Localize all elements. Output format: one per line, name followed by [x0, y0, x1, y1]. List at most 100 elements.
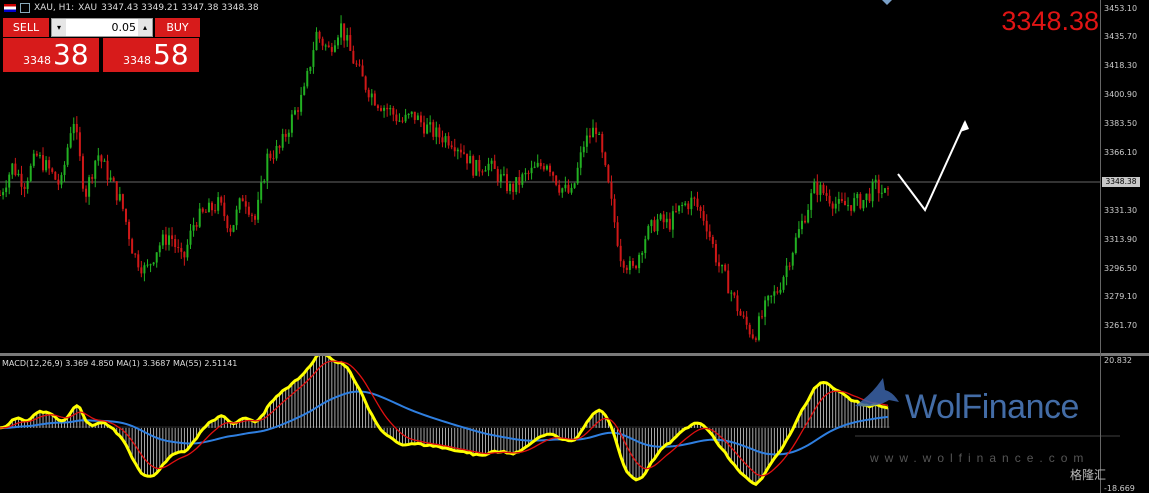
candle-body — [158, 245, 161, 253]
candle-body — [656, 219, 659, 232]
sell-price-pips: 38 — [53, 38, 89, 71]
chart-header: XAU, H1: XAU 3347.43 3349.21 3347.38 334… — [4, 3, 259, 13]
buy-price-pips: 58 — [153, 38, 189, 71]
price-axis-label: 3261.70 — [1104, 321, 1138, 330]
candle-body — [604, 152, 607, 166]
candle-body — [613, 198, 616, 223]
candle-body — [164, 234, 167, 245]
candle-body — [659, 214, 662, 220]
candle-body — [847, 205, 850, 207]
candle-body — [81, 156, 84, 189]
candle-body — [810, 193, 813, 210]
candle-body — [509, 183, 512, 192]
sell-price[interactable]: 3348 38 — [3, 38, 99, 72]
candle-body — [78, 132, 81, 157]
candle-body — [555, 175, 558, 185]
candle-body — [254, 215, 257, 220]
candle-body — [38, 155, 41, 157]
lot-increase-button[interactable]: ▴ — [138, 19, 152, 36]
candle-body — [45, 160, 48, 171]
buy-price[interactable]: 3348 58 — [103, 38, 199, 72]
lot-size-input[interactable]: 0.05 — [68, 19, 137, 36]
lot-size-stepper[interactable]: ▾ 0.05 ▴ — [51, 18, 153, 37]
candle-body — [527, 172, 530, 174]
candle-body — [112, 177, 115, 182]
candle-body — [217, 197, 220, 211]
candle-body — [398, 120, 401, 122]
candle-body — [456, 149, 459, 152]
candle-body — [825, 193, 828, 196]
candle-body — [779, 289, 782, 293]
candle-body — [410, 111, 413, 114]
candle-body — [616, 222, 619, 246]
candle-body — [263, 180, 266, 183]
candle-body — [880, 192, 883, 194]
candle-body — [764, 300, 767, 317]
price-axis-label: 3435.70 — [1104, 32, 1138, 41]
candle-body — [837, 199, 840, 204]
candle-body — [754, 338, 757, 340]
wolfinance-logo-text: WolFinance — [905, 388, 1079, 426]
symbol-name: XAU — [78, 3, 98, 13]
candle-body — [54, 171, 57, 180]
candle-body — [370, 93, 373, 98]
candle-body — [167, 235, 170, 245]
candle-body — [693, 197, 696, 199]
candle-body — [856, 194, 859, 199]
candle-body — [499, 174, 502, 182]
sell-button[interactable]: SELL — [3, 18, 49, 37]
candle-body — [573, 183, 576, 188]
candle-body — [834, 203, 837, 209]
candle-body — [318, 31, 321, 39]
lot-decrease-button[interactable]: ▾ — [52, 19, 66, 36]
candle-body — [223, 202, 226, 217]
candle-body — [137, 254, 140, 268]
candle-body — [152, 262, 155, 265]
candle-body — [407, 113, 410, 115]
candle-body — [63, 164, 66, 176]
candle-body — [201, 208, 204, 212]
candle-body — [189, 230, 192, 245]
candle-body — [100, 155, 103, 162]
candle-body — [204, 211, 207, 213]
candle-body — [502, 174, 505, 176]
candle-body — [490, 160, 493, 164]
candle-body — [702, 211, 705, 221]
candle-body — [220, 197, 223, 203]
candle-body — [134, 253, 137, 255]
candle-body — [512, 183, 515, 192]
candle-body — [287, 132, 290, 137]
candle-body — [524, 172, 527, 175]
candle-body — [306, 70, 309, 87]
candle-body — [177, 247, 180, 249]
candle-body — [174, 239, 177, 248]
candle-body — [622, 261, 625, 268]
candle-body — [813, 182, 816, 194]
candle-body — [57, 179, 60, 185]
candle-body — [776, 291, 779, 293]
candle-body — [395, 114, 398, 122]
candle-body — [641, 253, 644, 255]
candle-body — [601, 134, 604, 153]
candle-body — [69, 133, 72, 148]
wolfinance-url: www.wolfinance.com — [870, 451, 1090, 465]
candle-body — [635, 265, 638, 269]
candle-body — [121, 194, 124, 209]
candle-body — [257, 199, 260, 220]
candle-body — [699, 206, 702, 212]
candle-body — [238, 198, 241, 210]
one-click-trading-panel: SELL ▾ 0.05 ▴ BUY 3348 38 3348 58 — [3, 18, 200, 72]
candle-body — [727, 270, 730, 294]
candle-body — [97, 155, 100, 161]
macd-axis-top: 20.832 — [1104, 356, 1132, 365]
candle-body — [401, 120, 404, 122]
candle-body — [668, 218, 671, 230]
candle-body — [883, 188, 886, 193]
candle-body — [631, 260, 634, 266]
buy-button[interactable]: BUY — [155, 18, 200, 37]
candle-body — [211, 202, 214, 211]
candle-body — [564, 184, 567, 189]
candle-body — [226, 216, 229, 229]
candle-body — [708, 231, 711, 237]
price-axis-label: 3279.10 — [1104, 292, 1138, 301]
